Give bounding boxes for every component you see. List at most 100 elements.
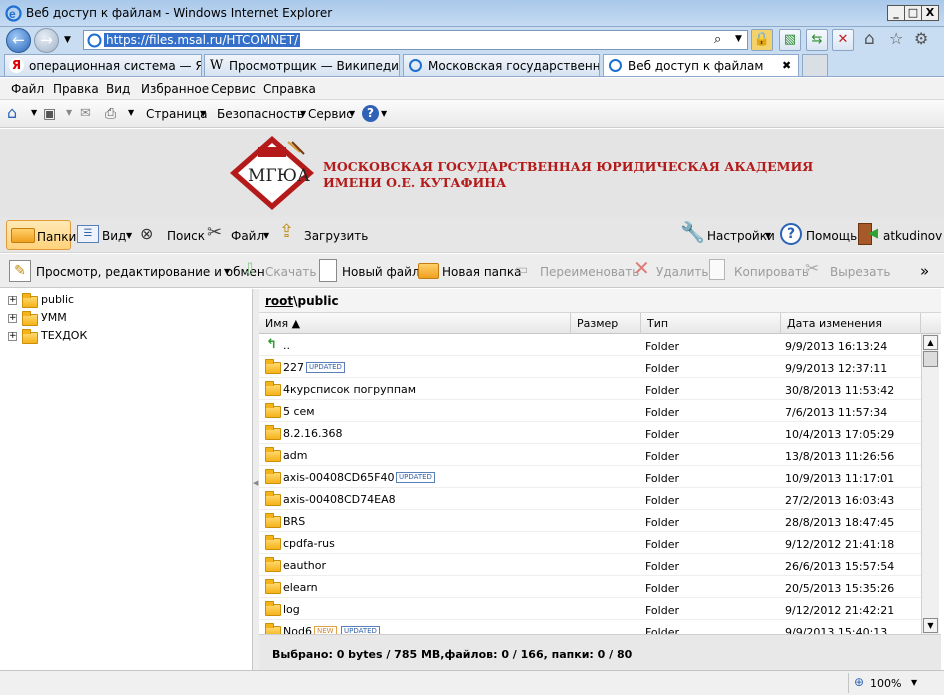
scroll-up-icon[interactable]: ▲ [923,335,938,350]
table-row[interactable]: 4курсписок погруппам Folder 30/8/2013 11:5… [259,378,921,400]
table-row[interactable]: adm Folder 13/8/2013 11:26:56 [259,444,921,466]
close-window-button[interactable]: X [921,5,939,21]
column-date[interactable]: Дата изменения [781,313,921,334]
column-name[interactable]: Имя ▲ [259,313,571,334]
gear-icon[interactable]: ⚙ [914,30,928,48]
help-button[interactable]: Помощь [806,229,857,243]
new-folder-button[interactable]: Новая папка [442,265,521,279]
minimize-button[interactable]: _ [887,5,905,21]
collapse-icon[interactable]: ◀ [253,479,258,487]
expand-icon[interactable]: + [8,314,17,323]
chevron-down-icon[interactable]: ▼ [128,108,134,117]
file-name[interactable]: .. [283,339,290,352]
table-row[interactable]: elearn Folder 20/5/2013 15:35:26 [259,576,921,598]
file-name[interactable]: 227 [283,361,304,374]
home-icon[interactable]: ⌂ [864,30,875,48]
folders-button[interactable]: Папки [6,220,76,250]
expand-icon[interactable]: + [8,332,17,341]
table-row[interactable]: ↰.. Folder 9/9/2013 16:13:24 [259,334,921,356]
more-actions-button[interactable]: » [920,262,929,280]
rss-feed-icon[interactable]: ▣ [43,105,56,123]
file-name[interactable]: Nod6 [283,625,312,634]
search-address-icon[interactable]: ⌕ [714,32,721,47]
table-row[interactable]: Nod6 NEW UPDATED Folder 9/9/2013 15:40:13 [259,620,921,634]
chevron-down-icon[interactable]: ▼ [66,108,72,117]
delete-button[interactable]: Удалить [656,265,709,279]
table-row[interactable]: axis-00408CD65F40 UPDATED Folder 10/9/2013 … [259,466,921,488]
address-bar[interactable]: https://files.msal.ru/HTCOMNET/ ⌕ ▼ [83,30,748,50]
file-name[interactable]: adm [283,449,307,462]
help-icon[interactable]: ? [362,105,379,122]
stop-icon[interactable]: ✕ [832,29,854,51]
scroll-thumb[interactable] [923,351,938,367]
lock-icon[interactable]: 🔒 [751,29,773,51]
table-row[interactable]: 227 UPDATED Folder 9/9/2013 12:37:11 [259,356,921,378]
tab-web-access[interactable]: Веб доступ к файлам ✖ [603,54,799,76]
file-name[interactable]: 5 сем [283,405,315,418]
file-button[interactable]: Файл [231,229,264,243]
refresh-icon[interactable]: ⇆ [806,29,828,51]
address-dropdown-icon[interactable]: ▼ [735,34,742,44]
file-name[interactable]: axis-00408CD65F40 [283,471,394,484]
maximize-button[interactable]: □ [904,5,922,21]
page-menu[interactable]: Страница [146,107,208,121]
close-tab-icon[interactable]: ✖ [782,59,791,72]
tab-wikipedia[interactable]: W Просмотрщик — Википедия [204,54,400,76]
cut-button[interactable]: Вырезать [830,265,891,279]
table-row[interactable]: 8.2.16.368 Folder 10/4/2013 17:05:29 [259,422,921,444]
file-name[interactable]: axis-00408CD74EA8 [283,493,396,506]
rename-button[interactable]: Переименовать [540,265,639,279]
menu-edit[interactable]: Правка [53,82,99,96]
menu-favorites[interactable]: Избранное [141,82,209,96]
home-icon[interactable]: ⌂ [7,104,17,122]
menu-view[interactable]: Вид [106,82,130,96]
updated-badge: UPDATED [341,626,380,634]
history-dropdown-icon[interactable]: ▼ [64,35,71,45]
back-button[interactable]: ← [6,28,31,53]
mail-icon[interactable]: ✉ [80,105,91,123]
user-logout-button[interactable]: atkudinov [883,229,942,243]
vertical-scrollbar[interactable]: ▲ ▼ [921,334,939,634]
forward-button[interactable]: → [34,28,59,53]
tab-yandex[interactable]: Я операционная система — Янд… [4,54,202,76]
zoom-control[interactable]: ⊕ 100% ▼ [848,673,924,693]
table-row[interactable]: cpdfa-rus Folder 9/12/2012 21:41:18 [259,532,921,554]
expand-icon[interactable]: + [8,296,17,305]
download-button[interactable]: Скачать [265,265,317,279]
tab-msal[interactable]: Московская государственная … [403,54,600,76]
file-name[interactable]: elearn [283,581,318,594]
file-name[interactable]: eauthor [283,559,326,572]
column-type[interactable]: Тип [641,313,781,334]
chevron-down-icon[interactable]: ▼ [911,678,917,687]
scroll-down-icon[interactable]: ▼ [923,618,938,633]
file-name[interactable]: cpdfa-rus [283,537,335,550]
compatibility-icon[interactable]: ▧ [779,29,801,51]
table-row[interactable]: eauthor Folder 26/6/2013 15:57:54 [259,554,921,576]
menu-help[interactable]: Справка [263,82,316,96]
menu-file[interactable]: Файл [11,82,44,96]
view-button[interactable]: Вид [102,229,126,243]
address-url[interactable]: https://files.msal.ru/HTCOMNET/ [104,33,301,47]
column-size[interactable]: Размер [571,313,641,334]
print-icon[interactable]: ⎙ [105,105,116,123]
table-row[interactable]: 5 сем Folder 7/6/2013 11:57:34 [259,400,921,422]
new-tab-button[interactable] [802,54,828,76]
search-button[interactable]: Поиск [167,229,205,243]
table-row[interactable]: BRS Folder 28/8/2013 18:47:45 [259,510,921,532]
file-name[interactable]: 8.2.16.368 [283,427,342,440]
chevron-down-icon[interactable]: ▼ [31,108,37,117]
tools-menu[interactable]: Сервис [308,107,353,121]
table-row[interactable]: log Folder 9/12/2012 21:42:21 [259,598,921,620]
file-name[interactable]: 4курсписок погруппам [283,383,416,396]
menu-tools[interactable]: Сервис [211,82,256,96]
table-row[interactable]: axis-00408CD74EA8 Folder 27/2/2013 16:03:4… [259,488,921,510]
favorites-star-icon[interactable]: ☆ [889,30,903,48]
security-menu[interactable]: Безопасность [217,107,304,121]
upload-button[interactable]: Загрузить [304,229,368,243]
file-name[interactable]: log [283,603,300,616]
copy-button[interactable]: Копировать [734,265,809,279]
view-edit-share-button[interactable]: Просмотр, редактирование и обмен [36,265,265,279]
new-file-button[interactable]: Новый файл [342,265,420,279]
file-name[interactable]: BRS [283,515,305,528]
breadcrumb-root[interactable]: root [265,294,293,308]
